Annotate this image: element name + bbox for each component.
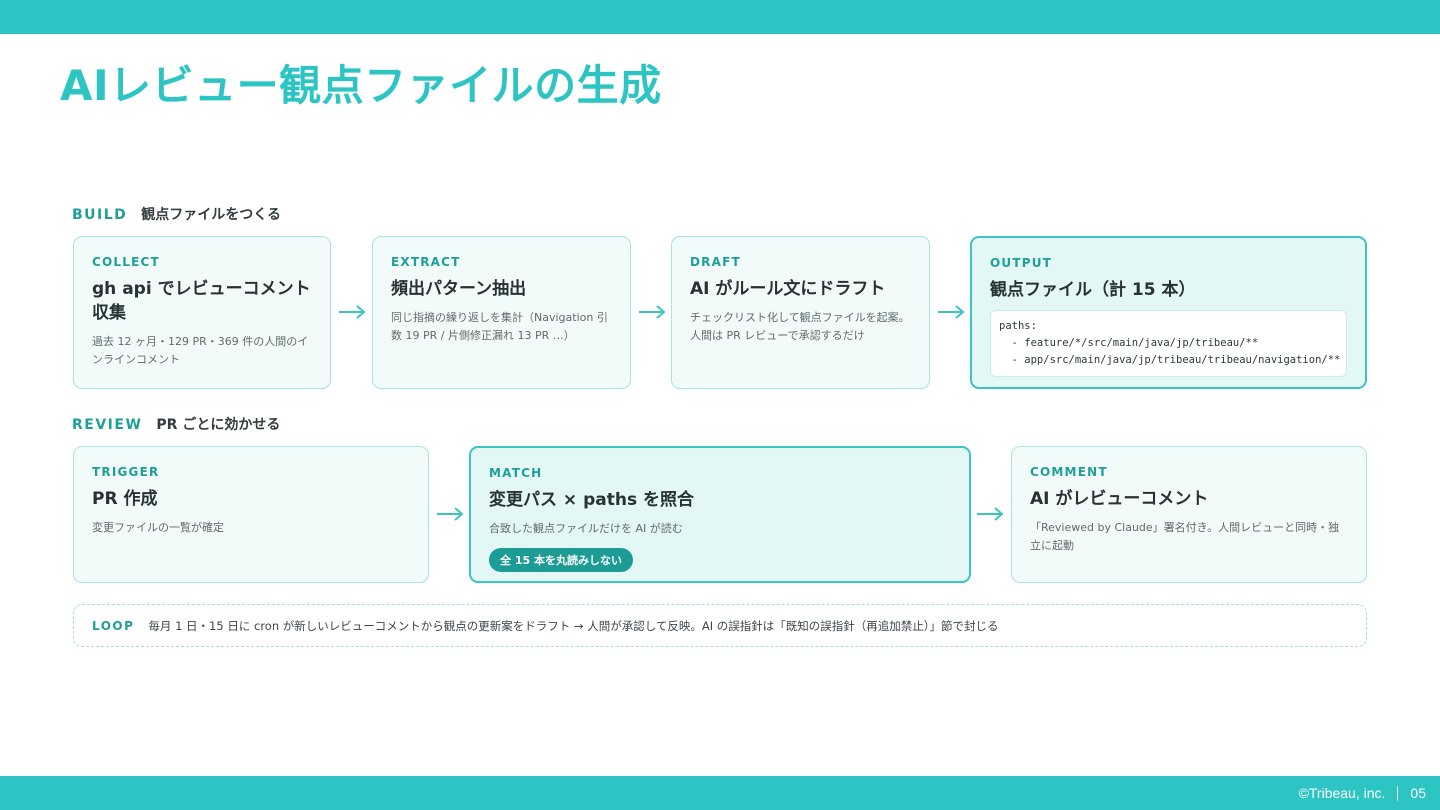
status-badge: 全 15 本を丸読みしない (489, 548, 633, 572)
card-tag: EXTRACT (391, 255, 461, 269)
build-section-label: BUILD 観点ファイルをつくる (72, 204, 281, 224)
card-tag: DRAFT (690, 255, 741, 269)
review-key: REVIEW (72, 417, 143, 433)
comment-card: COMMENT AI がレビューコメント 「Reviewed by Claude… (1011, 446, 1367, 583)
card-title: 観点ファイル（計 15 本） (990, 280, 1196, 300)
loop-text: 毎月 1 日・15 日に cron が新しいレビューコメントから観点の更新案をド… (148, 618, 999, 633)
copyright-text: ©Tribeau, inc. (1298, 785, 1386, 801)
card-tag: OUTPUT (990, 256, 1053, 270)
card-tag: TRIGGER (92, 465, 160, 479)
card-title: AI がレビューコメント (1030, 489, 1209, 509)
output-card: OUTPUT 観点ファイル（計 15 本） paths: - feature/*… (970, 236, 1367, 389)
top-accent-bar (0, 0, 1440, 34)
card-tag: COLLECT (92, 255, 160, 269)
arrow-right-icon (437, 507, 464, 521)
card-desc: 「Reviewed by Claude」署名付き。人間レビューと同時・独立に起動 (1030, 521, 1340, 552)
paths-code-block: paths: - feature/*/src/main/java/jp/trib… (990, 310, 1347, 377)
card-title: AI がルール文にドラフト (690, 279, 886, 299)
card-desc: 過去 12 ヶ月・129 PR・369 件の人間のインラインコメント (92, 335, 309, 366)
build-desc: 観点ファイルをつくる (141, 207, 282, 223)
page-title: AIレビュー観点ファイルの生成 (60, 61, 662, 110)
build-key: BUILD (72, 207, 128, 223)
arrow-right-icon (938, 305, 965, 319)
card-title: PR 作成 (92, 489, 158, 509)
collect-card: COLLECT gh api でレビューコメント収集 過去 12 ヶ月・129 … (73, 236, 331, 389)
arrow-right-icon (977, 507, 1004, 521)
arrow-right-icon (639, 305, 666, 319)
card-title: 変更パス × paths を照合 (489, 490, 694, 510)
footer-divider (1397, 785, 1399, 801)
arrow-right-icon (339, 305, 366, 319)
card-title: gh api でレビューコメント収集 (92, 279, 311, 323)
loop-key: LOOP (92, 618, 135, 633)
match-card: MATCH 変更パス × paths を照合 合致した観点ファイルだけを AI … (469, 446, 971, 583)
card-tag: MATCH (489, 466, 543, 480)
extract-card: EXTRACT 頻出パターン抽出 同じ指摘の繰り返しを集計（Navigation… (372, 236, 631, 389)
card-desc: 同じ指摘の繰り返しを集計（Navigation 引数 19 PR / 片側修正漏… (391, 311, 608, 342)
review-desc: PR ごとに効かせる (156, 417, 281, 433)
review-section-label: REVIEW PR ごとに効かせる (72, 414, 280, 434)
footer-bar: ©Tribeau, inc. 05 (0, 776, 1440, 810)
page-number: 05 (1410, 785, 1426, 801)
card-desc: 変更ファイルの一覧が確定 (92, 521, 224, 534)
loop-note: LOOP 毎月 1 日・15 日に cron が新しいレビューコメントから観点の… (73, 604, 1367, 647)
card-title: 頻出パターン抽出 (391, 279, 527, 299)
draft-card: DRAFT AI がルール文にドラフト チェックリスト化して観点ファイルを起案。… (671, 236, 930, 389)
trigger-card: TRIGGER PR 作成 変更ファイルの一覧が確定 (73, 446, 429, 583)
card-desc: チェックリスト化して観点ファイルを起案。人間は PR レビューで承認するだけ (690, 311, 910, 342)
card-desc: 合致した観点ファイルだけを AI が読む (489, 522, 683, 535)
card-tag: COMMENT (1030, 465, 1108, 479)
